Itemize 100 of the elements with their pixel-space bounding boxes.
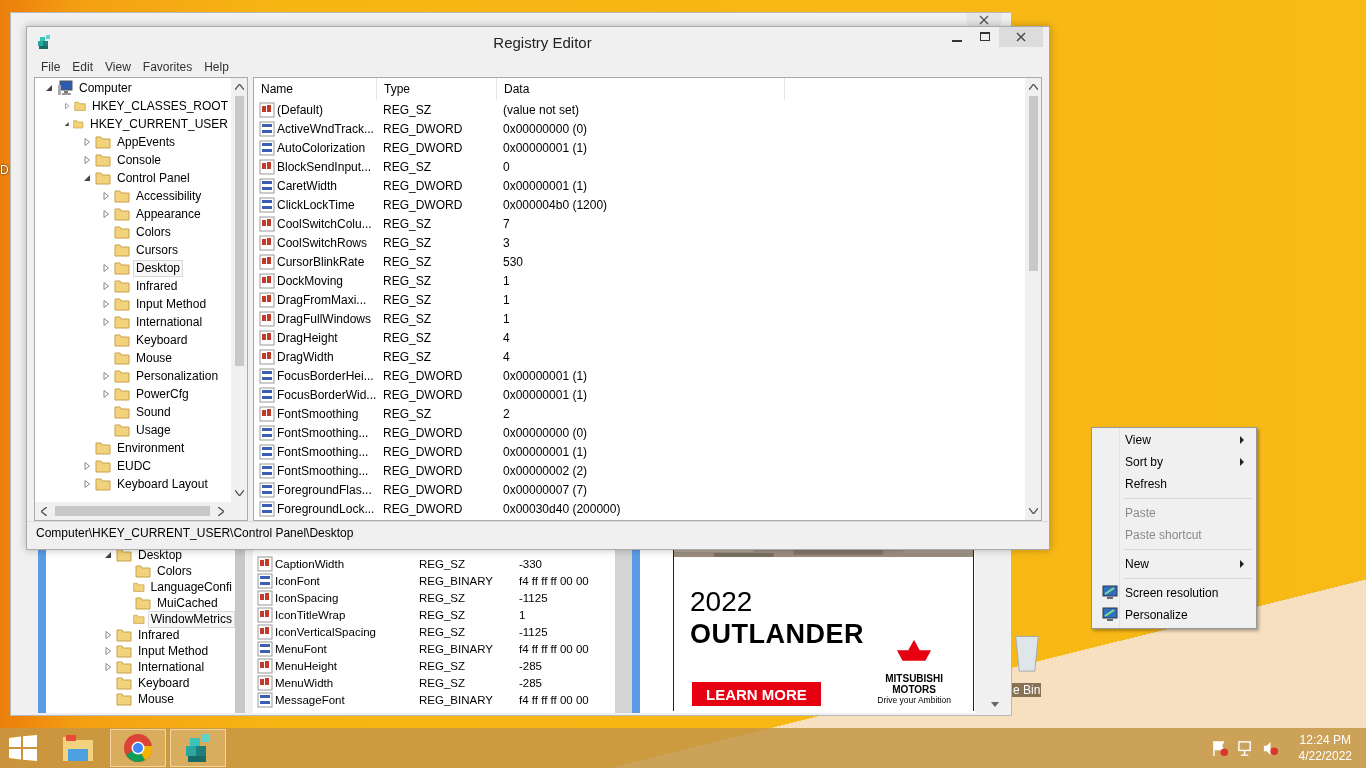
scroll-right-icon[interactable] — [218, 506, 224, 516]
tree-item[interactable]: Personalization — [133, 367, 222, 385]
menu-item[interactable]: View — [1094, 429, 1254, 451]
status-bar: Computer\HKEY_CURRENT_USER\Control Panel\Desktop — [27, 521, 1049, 544]
tree-item[interactable]: MuiCached — [154, 594, 221, 612]
taskbar-button[interactable] — [110, 729, 166, 767]
type-cell-text: REG_DWORD — [382, 140, 464, 155]
menu-item[interactable]: Edit — [66, 57, 100, 77]
tree-item[interactable]: Infrared — [133, 277, 181, 295]
menu-item[interactable]: Favorites — [136, 57, 199, 77]
tree-item[interactable]: PowerCfg — [133, 385, 192, 403]
tree-item[interactable]: LanguageConfi — [147, 578, 235, 596]
tree-item[interactable]: Mouse — [133, 349, 176, 367]
data-cell-text: f4 ff ff ff 00 00 — [519, 642, 590, 655]
name-cell: AutoColorization — [277, 140, 366, 155]
scrollbar-thumb[interactable] — [234, 96, 244, 366]
tree-item[interactable]: Desktop — [135, 547, 186, 564]
tree-item[interactable]: AppEvents — [114, 133, 179, 151]
tree-item[interactable]: Control Panel — [114, 169, 193, 187]
menu-item[interactable]: Help — [198, 57, 235, 77]
tree-item[interactable]: International — [135, 658, 208, 676]
learn-more-button[interactable]: LEARN MORE — [692, 682, 821, 706]
taskbar-button[interactable] — [170, 729, 226, 767]
tree-item[interactable]: WindowMetrics — [147, 610, 235, 628]
data-cell-text: f4 ff ff ff 00 00 — [519, 693, 590, 706]
scrollbar[interactable] — [615, 547, 632, 713]
brand-name: MITSUBISHI — [885, 673, 944, 684]
scroll-up-icon[interactable] — [1028, 84, 1038, 90]
data-cell-text: 7 — [502, 216, 511, 231]
menu-item[interactable]: View — [99, 57, 137, 77]
tree-item[interactable]: Keyboard — [133, 331, 191, 349]
tree-item[interactable]: Desktop — [133, 259, 184, 277]
type-cell-text: REG_SZ — [382, 292, 432, 307]
tree-item[interactable]: Colors — [133, 223, 174, 241]
column-header[interactable]: Data — [497, 78, 785, 100]
expander-icon[interactable] — [45, 84, 53, 92]
scroll-down-icon[interactable] — [234, 490, 244, 496]
string-value-icon — [259, 348, 275, 365]
tree-item[interactable]: Computer — [76, 79, 135, 97]
scrollbar[interactable] — [1025, 78, 1041, 520]
expander-icon[interactable] — [64, 120, 70, 128]
type-cell-text: REG_SZ — [419, 557, 466, 570]
data-cell-text: 530 — [502, 254, 525, 269]
menu-item[interactable]: File — [35, 57, 67, 77]
string-value-icon — [257, 555, 273, 572]
tree-item[interactable]: Accessibility — [133, 187, 205, 205]
menu-item[interactable]: Refresh — [1094, 473, 1254, 495]
tree-item[interactable]: Input Method — [133, 295, 210, 313]
tree-item[interactable]: Appearance — [133, 205, 204, 223]
scroll-down-icon[interactable] — [1028, 508, 1038, 514]
name-cell: IconTitleWrap — [275, 608, 346, 621]
scroll-down-icon[interactable] — [991, 702, 999, 707]
binary-value-icon — [259, 386, 275, 403]
scroll-left-icon[interactable] — [41, 506, 47, 516]
desktop-icon-label: D — [0, 163, 9, 177]
data-cell-text: 4 — [502, 330, 511, 345]
tree-item[interactable]: Cursors — [133, 241, 181, 259]
tree-item[interactable]: EUDC — [114, 457, 154, 475]
name-cell: ForegroundLock... — [277, 501, 375, 516]
column-header[interactable]: Type — [377, 78, 497, 100]
string-value-icon — [257, 589, 273, 606]
folder-icon — [114, 206, 130, 222]
binary-value-icon — [259, 139, 275, 156]
muted-speaker-icon[interactable] — [1261, 739, 1279, 757]
tree-item[interactable]: Infrared — [135, 626, 183, 644]
type-cell-text: REG_DWORD — [382, 425, 464, 440]
scrollbar-thumb[interactable] — [55, 506, 210, 516]
expander-icon[interactable] — [83, 174, 91, 182]
data-cell-text: -1125 — [519, 625, 549, 638]
tree-item[interactable]: HKEY_CLASSES_ROOT — [88, 97, 231, 115]
scrollbar[interactable] — [231, 78, 247, 502]
ad-tagline: Drive your Ambition — [877, 695, 951, 706]
tree-item[interactable]: International — [133, 313, 206, 331]
tree-item[interactable]: Keyboard Layout — [114, 475, 211, 493]
tree-item[interactable]: Usage — [133, 421, 174, 439]
tree-item[interactable]: Mouse — [135, 690, 178, 708]
tree-item[interactable]: Colors — [154, 562, 195, 580]
folder-icon — [114, 296, 130, 312]
scroll-up-icon[interactable] — [234, 84, 244, 90]
tree-item[interactable]: HKEY_CURRENT_USER — [86, 115, 231, 133]
network-icon[interactable] — [1236, 739, 1254, 757]
scrollbar[interactable] — [235, 547, 245, 713]
folder-icon — [114, 314, 130, 330]
menu-item[interactable]: New — [1094, 553, 1254, 575]
column-header[interactable]: Name — [254, 78, 377, 100]
tree-item[interactable]: Input Method — [135, 642, 212, 660]
menu-item[interactable]: Personalize — [1094, 604, 1254, 626]
ad-year: 2022 — [690, 587, 754, 617]
tree-item[interactable]: Environment — [114, 439, 188, 457]
name-cell: FontSmoothing... — [277, 444, 369, 459]
menu-item[interactable]: Sort by — [1094, 451, 1254, 473]
scrollbar-thumb[interactable] — [1028, 96, 1038, 271]
maximize-icon — [980, 32, 990, 42]
flag-icon[interactable] — [1211, 739, 1229, 757]
tree-item[interactable]: Console — [114, 151, 165, 169]
scrollbar[interactable] — [35, 502, 247, 520]
tree-item[interactable]: Sound — [133, 403, 174, 421]
tree-item[interactable]: Keyboard — [135, 674, 193, 692]
menu-item[interactable]: Screen resolution — [1094, 582, 1254, 604]
close-button[interactable] — [967, 13, 1001, 26]
